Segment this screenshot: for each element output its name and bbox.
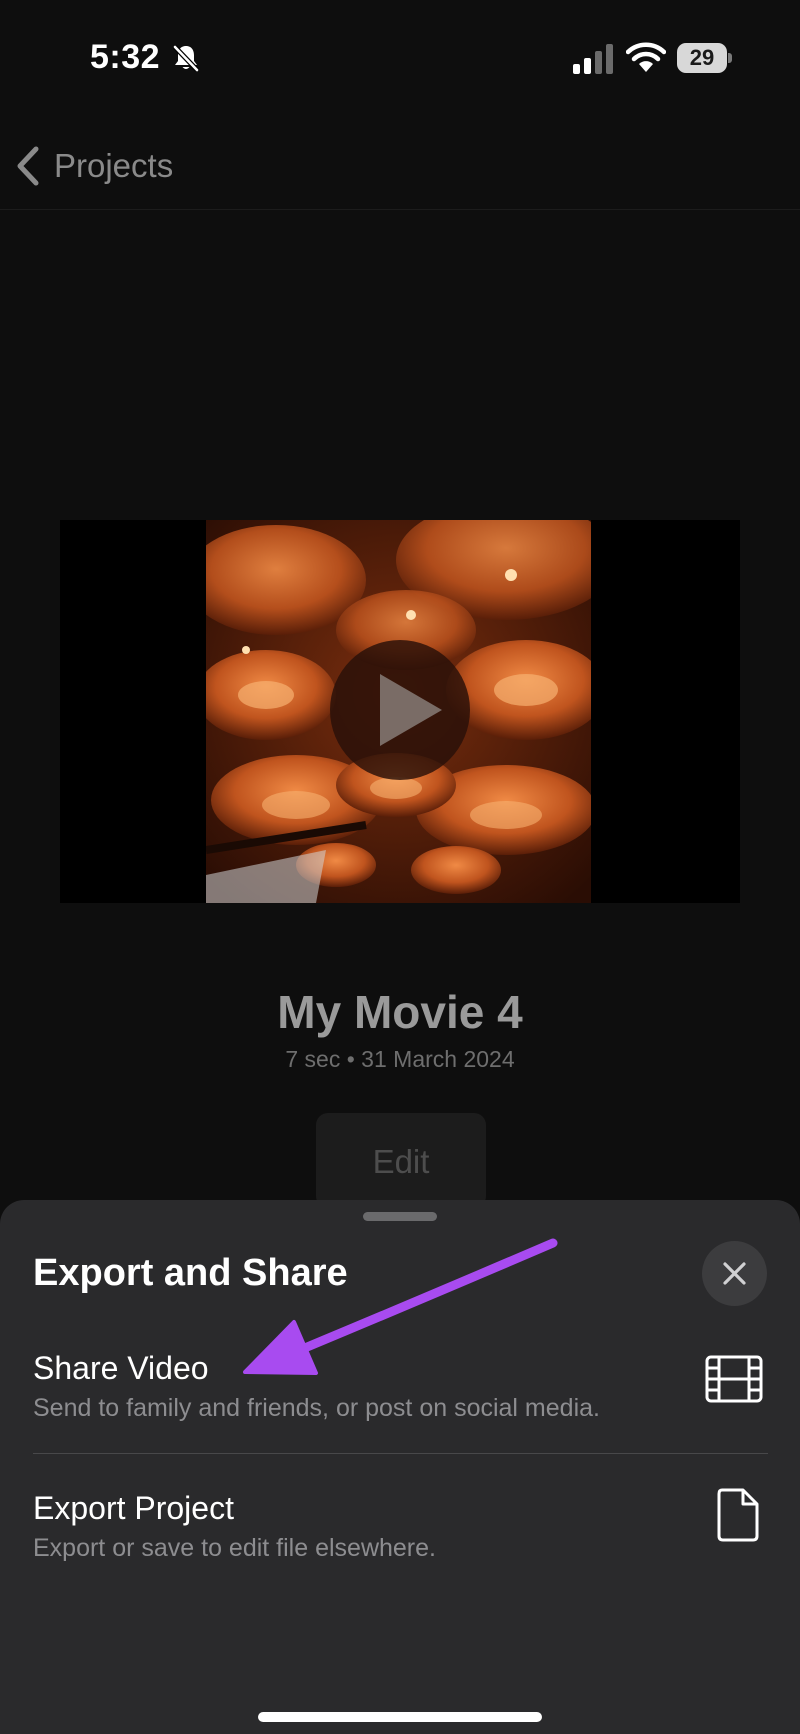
project-title: My Movie 4 <box>277 986 523 1038</box>
cellular-signal-icon <box>573 44 613 74</box>
status-time: 5:32 <box>90 38 161 76</box>
close-button[interactable] <box>702 1241 767 1306</box>
battery-level: 29 <box>689 45 715 70</box>
share-video-option[interactable]: Share Video Send to family and friends, … <box>33 1350 768 1440</box>
back-button[interactable]: Projects <box>14 144 173 188</box>
document-icon <box>717 1488 759 1542</box>
play-icon <box>380 674 442 746</box>
edit-button[interactable]: Edit <box>316 1113 486 1208</box>
sheet-grabber[interactable] <box>363 1212 437 1221</box>
export-share-sheet: Export and Share Share Video Send to fam… <box>0 1200 800 1734</box>
close-icon <box>723 1262 746 1285</box>
chevron-left-icon <box>17 146 39 186</box>
edit-button-label: Edit <box>372 1143 430 1180</box>
play-button[interactable] <box>330 640 470 780</box>
status-bar: 5:32 29 <box>0 0 800 120</box>
share-video-subtitle: Send to family and friends, or post on s… <box>33 1394 600 1422</box>
navigation-bar: Projects <box>0 120 800 210</box>
bell-slash-icon <box>173 45 199 72</box>
wifi-icon <box>626 42 666 72</box>
sheet-title: Export and Share <box>33 1252 348 1294</box>
share-video-title: Share Video <box>33 1350 209 1386</box>
export-project-option[interactable]: Export Project Export or save to edit fi… <box>33 1488 768 1580</box>
back-label: Projects <box>54 147 174 184</box>
export-project-subtitle: Export or save to edit file elsewhere. <box>33 1534 436 1562</box>
home-indicator[interactable] <box>258 1712 542 1722</box>
divider <box>33 1453 768 1454</box>
film-icon <box>705 1355 763 1403</box>
project-meta: 7 sec • 31 March 2024 <box>285 1046 515 1072</box>
export-project-title: Export Project <box>33 1490 234 1526</box>
battery-tip <box>728 53 732 63</box>
battery-icon: 29 <box>677 43 733 73</box>
